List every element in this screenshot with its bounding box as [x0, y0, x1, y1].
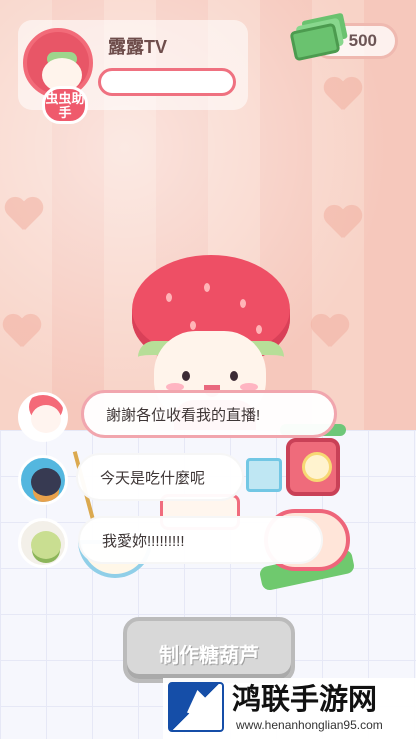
assistant-badge: 虫虫助手: [42, 86, 88, 124]
measuring-cup[interactable]: [246, 458, 282, 492]
cat-face-icon: [31, 468, 61, 496]
chat-message-text: 今天是吃什麼呢: [100, 469, 206, 487]
chat-avatar-strawberry: [18, 392, 68, 442]
hat-seed-icon: [190, 321, 196, 330]
stream-progress-bar: [98, 68, 236, 96]
watermark-url: www.henanhonglian95.com: [236, 718, 383, 732]
right-eye: [230, 371, 238, 381]
watermark-site-name: 鸿联手游网: [232, 682, 378, 716]
chat-message: 今天是吃什麼呢: [76, 453, 244, 501]
avatar-face-icon: [31, 405, 61, 433]
chat-message: 謝謝各位收看我的直播!: [81, 390, 337, 438]
make-candied-haws-label: 制作糖葫芦: [159, 645, 259, 667]
chat-message-text: 我愛妳!!!!!!!!!: [102, 532, 185, 550]
background-heart-icon: [2, 315, 40, 349]
hat-seed-icon: [240, 299, 246, 308]
left-eye: [182, 371, 190, 381]
game-screen: 虫虫助手 露露TV 500 謝謝各位收看我的直播! 今天是吃什麼呢 我愛妳!!!…: [0, 0, 416, 739]
make-candied-haws-button[interactable]: 制作糖葫芦: [123, 617, 295, 683]
hat-seed-icon: [204, 283, 210, 292]
kitchen-scale[interactable]: [280, 424, 346, 496]
hat-seed-icon: [166, 293, 172, 302]
hat-seed-icon: [256, 325, 262, 334]
background-heart-icon: [310, 315, 348, 349]
streamer-name: 露露TV: [108, 37, 168, 57]
chat-message-text: 謝謝各位收看我的直播!: [106, 406, 261, 424]
frog-face-icon: [31, 531, 61, 559]
background-heart-icon: [4, 198, 42, 232]
chat-avatar-frog: [18, 518, 68, 568]
chat-avatar-cat: [18, 455, 68, 505]
background-heart-icon: [323, 78, 361, 112]
chat-message: 我愛妳!!!!!!!!!: [78, 516, 323, 564]
money-value: 500: [348, 31, 377, 50]
background-heart-icon: [323, 206, 361, 240]
site-logo-icon: [168, 682, 224, 732]
